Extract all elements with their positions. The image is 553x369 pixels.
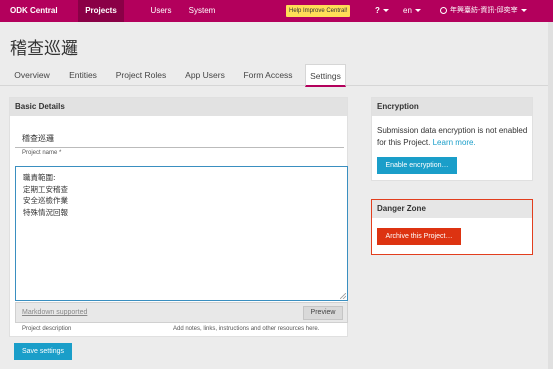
description-line: 安全巡檢作業 [23, 196, 68, 205]
top-navbar: ODK Central Projects Users System Help I… [0, 0, 553, 22]
language-menu[interactable]: en [403, 0, 421, 22]
basic-details-header: Basic Details [10, 98, 347, 116]
danger-zone-header: Danger Zone [372, 200, 532, 218]
user-menu[interactable]: 年興臺紡-資訊-邱奕宰 [440, 0, 527, 22]
tab-project-roles[interactable]: Project Roles [108, 64, 174, 86]
user-name: 年興臺紡-資訊-邱奕宰 [450, 7, 518, 14]
resize-handle-icon[interactable] [340, 293, 346, 299]
description-line: 特殊情況回報 [23, 207, 68, 217]
project-description-textarea[interactable]: 職責範圍: 定期工安稽查 安全巡檢作業 特殊情況回報 [15, 166, 348, 301]
nav-projects[interactable]: Projects [78, 0, 124, 22]
language-label: en [403, 6, 412, 15]
tab-overview[interactable]: Overview [6, 64, 58, 86]
tab-form-access[interactable]: Form Access [236, 64, 300, 86]
chevron-down-icon [520, 8, 527, 12]
project-description-label: Project description [22, 326, 72, 332]
archive-project-button[interactable]: Archive this Project… [377, 228, 461, 245]
page-title: 稽查巡邏 [10, 39, 78, 59]
project-name-underline [15, 147, 344, 148]
nav-system[interactable]: System [185, 0, 219, 22]
enable-encryption-button[interactable]: Enable encryption… [377, 157, 457, 174]
danger-zone-panel: Danger Zone Archive this Project… [371, 199, 533, 255]
description-line: 定期工安稽查 [23, 184, 68, 194]
project-tabs: Overview Entities Project Roles App User… [0, 64, 553, 87]
basic-details-panel: Basic Details 稽查巡邏 Project name * 職責範圍: … [9, 97, 348, 337]
tab-app-users[interactable]: App Users [178, 64, 232, 86]
chevron-down-icon [414, 9, 421, 13]
page-scrollbar[interactable] [548, 22, 553, 369]
encryption-panel: Encryption Submission data encryption is… [371, 97, 533, 181]
help-icon: ? [375, 6, 380, 15]
learn-more-link[interactable]: Learn more. [433, 138, 476, 147]
tab-settings[interactable]: Settings [305, 64, 346, 87]
project-description-hint: Add notes, links, instructions and other… [173, 326, 320, 332]
tab-entities[interactable]: Entities [62, 64, 104, 86]
chevron-down-icon [382, 9, 389, 13]
description-line: 職責範圍: [23, 173, 56, 182]
encryption-status-text: Submission data encryption is not enable… [377, 125, 529, 149]
project-name-label: Project name * [22, 150, 62, 156]
help-improve-button[interactable]: Help Improve Central! [286, 5, 351, 17]
markdown-supported-link[interactable]: Markdown supported [22, 309, 87, 316]
save-settings-button[interactable]: Save settings [14, 343, 72, 360]
user-icon [440, 6, 447, 14]
encryption-header: Encryption [372, 98, 532, 116]
nav-users[interactable]: Users [146, 0, 176, 22]
markdown-toolbar: Markdown supported Preview [15, 302, 348, 323]
brand-logo[interactable]: ODK Central [10, 6, 58, 15]
preview-button[interactable]: Preview [303, 306, 343, 320]
project-name-input[interactable]: 稽查巡邏 [22, 133, 54, 144]
help-menu[interactable]: ? [375, 0, 389, 22]
